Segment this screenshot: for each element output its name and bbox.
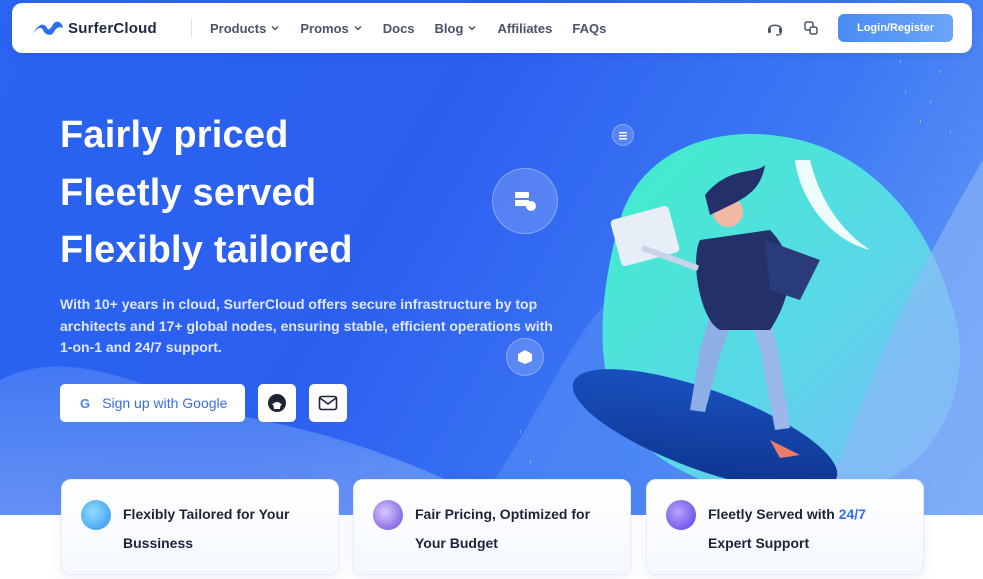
feature-line-1: Fleetly Served with 24/7 bbox=[708, 500, 908, 529]
nav-faqs-label: FAQs bbox=[572, 20, 607, 36]
translate-icon[interactable] bbox=[802, 19, 820, 37]
email-login-button[interactable] bbox=[309, 384, 347, 422]
nav-products[interactable]: Products bbox=[210, 21, 280, 36]
brand-logo[interactable]: SurferCloud bbox=[32, 18, 172, 38]
headline-2: Fleetly served bbox=[60, 172, 317, 214]
nav-faqs[interactable]: FAQs bbox=[572, 21, 606, 36]
hero-description: With 10+ years in cloud, SurferCloud off… bbox=[60, 296, 553, 355]
nav-blog[interactable]: Blog bbox=[435, 21, 478, 36]
feature-card-pricing: Fair Pricing, Optimized for Your Budget bbox=[353, 479, 631, 575]
feature-line-2: Your Budget bbox=[415, 535, 498, 551]
support-headset-icon bbox=[666, 500, 696, 530]
sign-up-google-button[interactable]: G Sign up with Google bbox=[60, 384, 245, 422]
feature-highlight-24-7: 24/7 bbox=[838, 506, 866, 522]
nav-affiliates-label: Affiliates bbox=[497, 20, 553, 36]
feature-line-2: Expert Support bbox=[708, 535, 810, 551]
feature-card-support: Fleetly Served with 24/7 Expert Support bbox=[646, 479, 924, 575]
nav-docs[interactable]: Docs bbox=[383, 21, 415, 36]
top-navbar: SurferCloud Products Promos Docs Blog Af… bbox=[12, 3, 972, 53]
nav-affiliates[interactable]: Affiliates bbox=[497, 21, 552, 36]
feature-card-text: Fair Pricing, Optimized for Your Budget bbox=[415, 500, 615, 558]
feature-card-tailored: Flexibly Tailored for Your Bussiness bbox=[61, 479, 339, 575]
feature-line-1: Flexibly Tailored for Your bbox=[123, 506, 290, 522]
nav-products-label: Products bbox=[210, 20, 267, 36]
github-icon bbox=[268, 394, 286, 412]
mail-icon bbox=[318, 395, 338, 411]
headset-icon[interactable] bbox=[766, 19, 784, 37]
headline-1: Fairly priced bbox=[60, 114, 289, 156]
github-login-button[interactable] bbox=[258, 384, 296, 422]
nav-promos-label: Promos bbox=[300, 20, 349, 36]
nav-docs-label: Docs bbox=[382, 20, 415, 36]
brand-name: SurferCloud bbox=[68, 19, 157, 37]
floating-server-icon-bubble bbox=[492, 168, 558, 234]
hero-section: Fairly priced Fleetly served Flexibly ta… bbox=[0, 0, 983, 515]
floating-list-icon-bubble bbox=[612, 124, 634, 146]
nav-promos[interactable]: Promos bbox=[300, 21, 362, 36]
google-icon: G bbox=[80, 395, 91, 411]
login-register-button[interactable]: Login/Register bbox=[838, 14, 953, 42]
server-icon bbox=[515, 192, 536, 211]
feature-line-2: Bussiness bbox=[123, 535, 194, 551]
sign-up-google-label: Sign up with Google bbox=[102, 395, 228, 411]
list-icon bbox=[619, 132, 627, 140]
feature-line-1: Fair Pricing, Optimized for bbox=[415, 506, 591, 522]
chevron-down-icon bbox=[354, 25, 362, 31]
headline-3: Flexibly tailored bbox=[60, 229, 353, 271]
layers-icon bbox=[373, 500, 403, 530]
surfercloud-wave-icon bbox=[33, 21, 63, 35]
nav-blog-label: Blog bbox=[434, 20, 464, 36]
feature-line-1-prefix: Fleetly Served with bbox=[708, 506, 839, 522]
feature-card-text: Flexibly Tailored for Your Bussiness bbox=[123, 500, 323, 558]
chevron-down-icon bbox=[271, 25, 279, 31]
feature-card-text: Fleetly Served with 24/7 Expert Support bbox=[708, 500, 908, 558]
nav-divider bbox=[191, 18, 192, 38]
chevron-down-icon bbox=[468, 25, 476, 31]
globe-icon bbox=[81, 500, 111, 530]
